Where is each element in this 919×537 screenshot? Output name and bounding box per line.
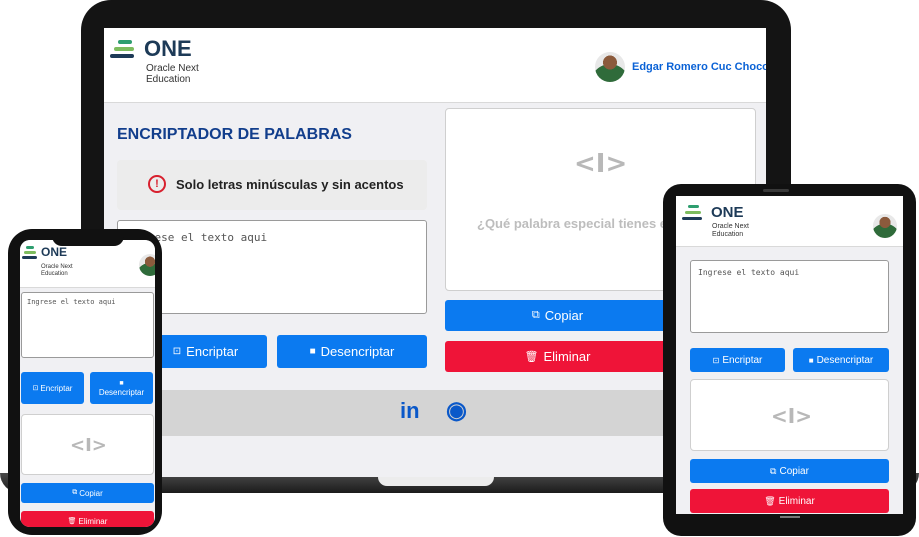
avatar xyxy=(595,52,625,82)
copy-icon: ⧉ xyxy=(72,489,78,496)
copy-icon: ⧉ xyxy=(531,309,540,321)
avatar xyxy=(873,214,897,238)
copy-icon: ⧉ xyxy=(770,465,777,476)
text-input[interactable]: Ingrese el texto aqui xyxy=(21,292,154,358)
text-cursor-icon: <I> xyxy=(70,435,107,456)
logo-subtitle-2: Education xyxy=(146,74,191,85)
output-panel: <I> xyxy=(21,414,154,475)
encrypt-icon: ⊡ xyxy=(712,355,720,365)
logo-title: ONE xyxy=(144,36,192,61)
encrypt-icon: ⊡ xyxy=(32,385,39,392)
decrypt-icon: ■ xyxy=(808,355,814,365)
page-title: ENCRIPTADOR DE PALABRAS xyxy=(117,126,352,143)
copy-button[interactable]: ⧉ Copiar xyxy=(21,483,154,503)
output-panel: <I> xyxy=(690,379,889,451)
logo-subtitle-1: Oracle Next xyxy=(146,63,199,74)
warning-box: ! Solo letras minúsculas y sin acentos xyxy=(117,160,427,210)
output-placeholder: ¿Qué palabra especial tienes e xyxy=(477,216,668,231)
copy-button[interactable]: ⧉ Copiar xyxy=(690,459,889,483)
one-logo-icon xyxy=(22,246,38,262)
logo-subtitle-2: Education xyxy=(41,271,68,277)
decrypt-button[interactable]: ■ Desencriptar xyxy=(277,335,427,368)
phone-notch xyxy=(52,232,124,246)
decrypt-icon: ■ xyxy=(119,379,124,387)
tablet-camera xyxy=(763,189,789,192)
phone-screen: ONE Oracle Next Education Ingrese el tex… xyxy=(20,240,155,527)
logo-subtitle-2: Education xyxy=(712,231,744,238)
encrypt-button[interactable]: ⊡ Encriptar xyxy=(690,348,785,372)
trash-icon: 🗑 xyxy=(764,495,776,506)
phone-header: ONE Oracle Next Education xyxy=(20,240,155,288)
text-input[interactable]: Ingrese el texto aqui xyxy=(117,220,427,314)
logo-title: ONE xyxy=(711,204,744,221)
github-icon[interactable]: ◉ xyxy=(446,396,467,425)
one-logo-icon xyxy=(682,205,704,225)
encrypt-icon: ⊡ xyxy=(172,346,182,357)
decrypt-button[interactable]: ■ Desencriptar xyxy=(90,372,153,404)
warning-icon: ! xyxy=(148,175,166,193)
encrypt-button[interactable]: ⊡ Encriptar xyxy=(21,372,84,404)
delete-button[interactable]: 🗑 Eliminar xyxy=(690,489,889,513)
one-logo-icon xyxy=(110,40,138,66)
text-cursor-icon: <I> xyxy=(574,149,628,179)
tablet-screen: ONE Oracle Next Education Ingrese el tex… xyxy=(676,196,903,514)
decrypt-button[interactable]: ■ Desencriptar xyxy=(793,348,889,372)
delete-button[interactable]: 🗑 Eliminar xyxy=(445,341,670,372)
text-input[interactable]: Ingrese el texto aqui xyxy=(690,260,889,333)
logo-subtitle-1: Oracle Next xyxy=(41,264,73,270)
decrypt-icon: ■ xyxy=(309,346,316,357)
logo-subtitle-1: Oracle Next xyxy=(712,223,749,230)
warning-text: Solo letras minúsculas y sin acentos xyxy=(176,177,404,192)
logo-title: ONE xyxy=(41,245,68,259)
user-name[interactable]: Edgar Romero Cuc Choco xyxy=(632,61,766,73)
header: ONE Oracle Next Education Edgar Romero C… xyxy=(104,28,766,103)
delete-button[interactable]: 🗑 Eliminar xyxy=(21,511,154,527)
linkedin-icon[interactable]: in xyxy=(400,398,420,424)
tablet-home-indicator xyxy=(780,516,800,518)
trash-icon: 🗑 xyxy=(524,351,539,363)
avatar xyxy=(139,254,155,276)
tablet-header: ONE Oracle Next Education xyxy=(676,196,903,247)
text-cursor-icon: <I> xyxy=(771,404,812,428)
encrypt-button[interactable]: ⊡ Encriptar xyxy=(144,335,267,368)
copy-button[interactable]: ⧉ Copiar xyxy=(445,300,670,331)
trash-icon: 🗑 xyxy=(67,518,77,525)
